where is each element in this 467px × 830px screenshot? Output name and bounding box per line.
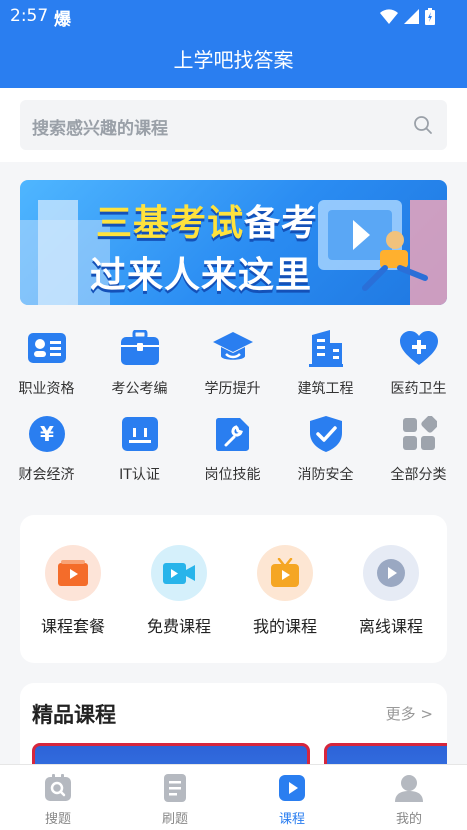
status-bar: 2:57 爆 <box>0 0 467 32</box>
grid-icon <box>397 412 441 456</box>
id-card-icon <box>25 326 69 370</box>
category-item-岗位技能[interactable]: 岗位技能 <box>186 412 279 484</box>
entry-label: 离线课程 <box>358 617 423 636</box>
category-item-医药卫生[interactable]: 医药卫生 <box>372 326 465 398</box>
tv-icon <box>257 545 313 601</box>
search-icon[interactable] <box>413 115 433 135</box>
category-label: 建筑工程 <box>297 381 354 397</box>
category-label: 学历提升 <box>204 381 261 397</box>
svg-text:¥: ¥ <box>40 422 54 446</box>
category-label: 医药卫生 <box>390 381 447 397</box>
signal-icon <box>404 9 419 24</box>
section-title: 精品课程 <box>32 703 116 727</box>
tab-刷题[interactable]: 刷题 <box>117 773 233 827</box>
search-tab-icon <box>43 773 73 803</box>
category-label: IT认证 <box>119 467 160 483</box>
category-label: 考公考编 <box>111 381 168 397</box>
wrench-icon <box>211 412 255 456</box>
play-circle-icon <box>363 545 419 601</box>
search-input[interactable]: 搜索感兴趣的课程 <box>20 100 447 150</box>
battery-icon <box>425 8 435 25</box>
tab-label: 我的 <box>395 812 422 827</box>
entry-label: 课程套餐 <box>40 617 105 636</box>
entry-课程套餐[interactable]: 课程套餐 <box>20 545 126 637</box>
category-item-建筑工程[interactable]: 建筑工程 <box>279 326 372 398</box>
entry-离线课程[interactable]: 离线课程 <box>338 545 444 637</box>
banner-headline-2: 过来人来这里 <box>90 255 313 296</box>
category-label: 岗位技能 <box>204 467 261 483</box>
document-icon <box>160 773 190 803</box>
tab-label: 课程 <box>278 812 305 827</box>
tab-课程[interactable]: 课程 <box>234 773 350 827</box>
entry-我的课程[interactable]: 我的课程 <box>232 545 338 637</box>
video-camera-icon <box>151 545 207 601</box>
status-app-glyph: 爆 <box>54 10 71 30</box>
search-placeholder: 搜索感兴趣的课程 <box>32 119 168 139</box>
status-icons <box>380 8 435 25</box>
graduation-cap-icon <box>211 326 255 370</box>
yen-icon: ¥ <box>25 412 69 456</box>
package-icon <box>45 545 101 601</box>
category-item-职业资格[interactable]: 职业资格 <box>0 326 93 398</box>
category-label: 全部分类 <box>390 467 447 483</box>
banner-text: 备考 <box>244 203 319 244</box>
bottom-tab-bar: 搜题 刷题 课程 我的 <box>0 764 467 830</box>
app-header: 2:57 爆 上学吧找答案 <box>0 0 467 88</box>
tab-搜题[interactable]: 搜题 <box>0 773 116 827</box>
category-item-it认证[interactable]: IT认证 <box>93 412 186 484</box>
search-area: 搜索感兴趣的课程 <box>0 88 467 162</box>
tab-label: 搜题 <box>44 812 71 827</box>
page-title: 上学吧找答案 <box>173 48 294 72</box>
category-item-消防安全[interactable]: 消防安全 <box>279 412 372 484</box>
banner-headline-1: 三基考试备考 <box>96 194 318 246</box>
category-label: 职业资格 <box>18 381 75 397</box>
building-icon <box>304 326 348 370</box>
play-tab-icon <box>277 773 307 803</box>
tab-label: 刷题 <box>161 812 188 827</box>
tab-我的[interactable]: 我的 <box>351 773 467 827</box>
category-item-财会经济[interactable]: ¥ 财会经济 <box>0 412 93 484</box>
briefcase-icon <box>118 326 162 370</box>
monitor-icon <box>118 412 162 456</box>
category-item-全部分类[interactable]: 全部分类 <box>372 412 465 484</box>
quick-entry-card: 课程套餐 免费课程 我的课程 离线课程 <box>20 515 447 663</box>
entry-label: 我的课程 <box>252 617 317 636</box>
banner-highlight: 三基考试 <box>96 203 245 244</box>
category-label: 财会经济 <box>18 467 75 483</box>
entry-免费课程[interactable]: 免费课程 <box>126 545 232 637</box>
more-link[interactable]: 更多 > <box>386 703 433 724</box>
category-label: 消防安全 <box>297 467 354 483</box>
status-time: 2:57 <box>10 6 49 26</box>
shield-icon <box>304 412 348 456</box>
user-icon <box>394 773 424 803</box>
heart-plus-icon <box>397 326 441 370</box>
wifi-icon <box>380 9 398 24</box>
promo-banner[interactable]: 三基考试备考 过来人来这里 <box>20 180 447 305</box>
entry-label: 免费课程 <box>146 617 211 636</box>
category-item-学历提升[interactable]: 学历提升 <box>186 326 279 398</box>
category-item-考公考编[interactable]: 考公考编 <box>93 326 186 398</box>
